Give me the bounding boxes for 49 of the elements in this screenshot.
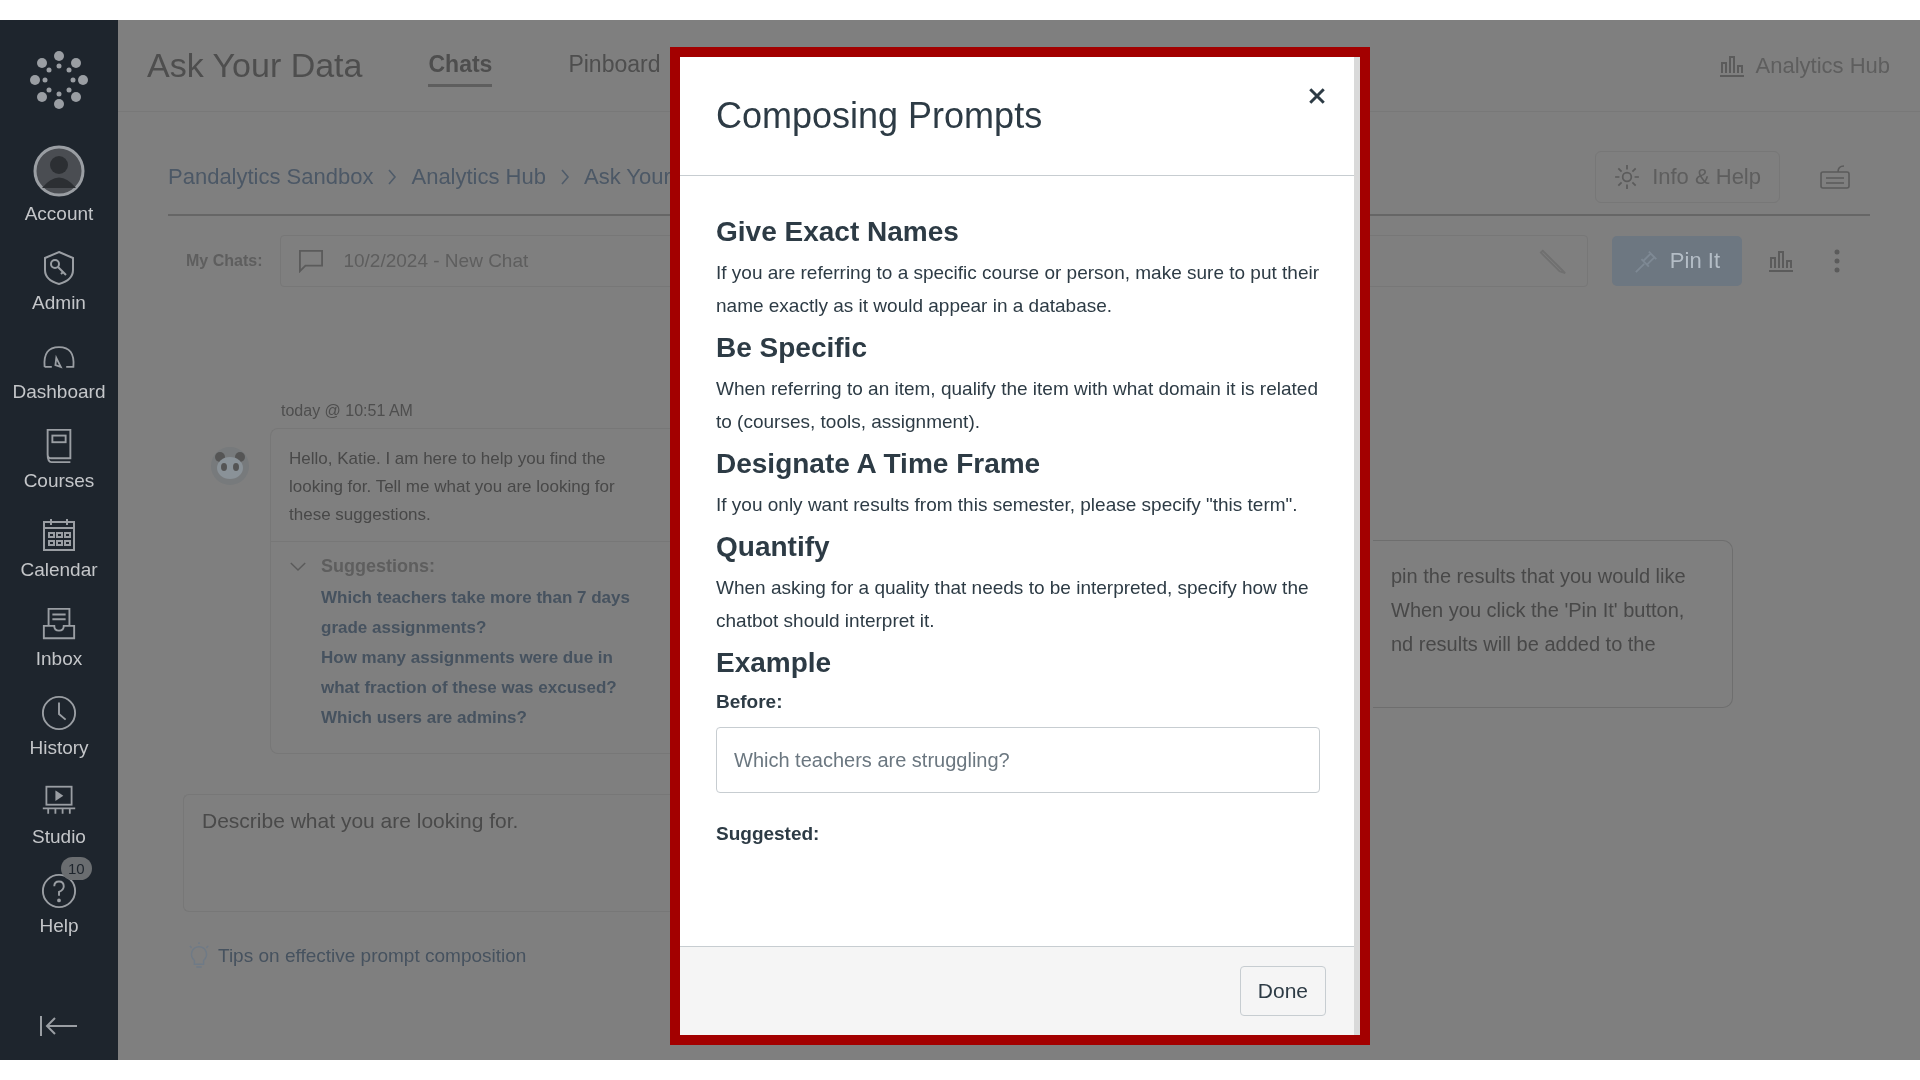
nav-item[interactable]: Courses <box>0 405 118 494</box>
pin-it-button[interactable]: Pin It <box>1611 236 1742 286</box>
close-icon[interactable] <box>1308 87 1326 105</box>
notification-count: 10 <box>61 857 92 880</box>
section-heading: Quantify <box>716 530 831 564</box>
nav-item[interactable]: History <box>0 672 118 761</box>
suggestion-link[interactable]: what fraction of these was excused? <box>321 673 617 703</box>
nav-item[interactable]: Inbox <box>0 583 118 672</box>
inbox-tray-icon <box>41 606 77 642</box>
suggestion-link[interactable]: grade assignments? <box>321 613 487 643</box>
calendar-icon <box>41 517 77 553</box>
section-heading: Be Specific <box>716 331 868 365</box>
collapse-icon[interactable] <box>39 1014 79 1038</box>
nav-item[interactable]: Studio <box>0 761 118 850</box>
help-icon <box>41 873 77 909</box>
done-button[interactable]: Done <box>1239 966 1326 1016</box>
nav-item[interactable]: 10 Help <box>0 850 118 939</box>
logo-icon[interactable] <box>29 50 89 110</box>
nav-item[interactable]: Admin <box>0 227 118 316</box>
keyboard-icon[interactable] <box>1820 164 1850 190</box>
section-text: If you are referring to a specific course or person, make sure to put their name exactly as it would appear in a database. <box>716 261 1320 318</box>
avatar-icon <box>33 145 85 197</box>
suggestion-link[interactable]: How many assignments were due in <box>321 643 613 673</box>
example-heading: Example <box>716 646 832 680</box>
suggestion-link[interactable]: Which teachers take more than 7 days <box>321 583 630 613</box>
chevron-right-icon <box>387 168 398 186</box>
panda-avatar-icon <box>210 446 250 486</box>
bar-chart-icon[interactable] <box>1768 250 1794 272</box>
suggestion-link[interactable]: Which users are admins? <box>321 703 527 733</box>
speech-bubble-icon <box>297 249 326 273</box>
before-label: Before: <box>716 691 783 713</box>
clock-icon <box>41 695 77 731</box>
section-text: If you only want results from this semester, please specify "this term". <box>716 493 1298 517</box>
nav-item[interactable]: Account <box>0 138 118 227</box>
section-text: When asking for a quality that needs to be interpreted, specify how the chatbot should interpret it. <box>716 576 1310 633</box>
more-options-icon[interactable] <box>1834 249 1840 273</box>
chevron-down-icon[interactable] <box>289 561 307 572</box>
section-heading: Give Exact Names <box>716 215 960 249</box>
chevron-right-icon <box>560 168 570 186</box>
tips-link[interactable]: Tips on effective prompt composition <box>218 945 527 967</box>
example-field[interactable]: Which teachers are struggling? <box>716 727 1320 793</box>
nav-item[interactable]: Dashboard <box>0 316 118 405</box>
section-text: When referring to an item, qualify the item with what domain it is related to (courses, tools, assignment). <box>716 377 1319 434</box>
section-heading: Designate A Time Frame <box>716 447 1042 481</box>
shield-key-icon <box>41 250 77 286</box>
nav-item[interactable]: Calendar <box>0 494 118 583</box>
settings-icon <box>1614 164 1641 190</box>
dialog-title: Composing Prompts <box>716 95 1043 137</box>
bar-chart-icon <box>1719 54 1746 77</box>
